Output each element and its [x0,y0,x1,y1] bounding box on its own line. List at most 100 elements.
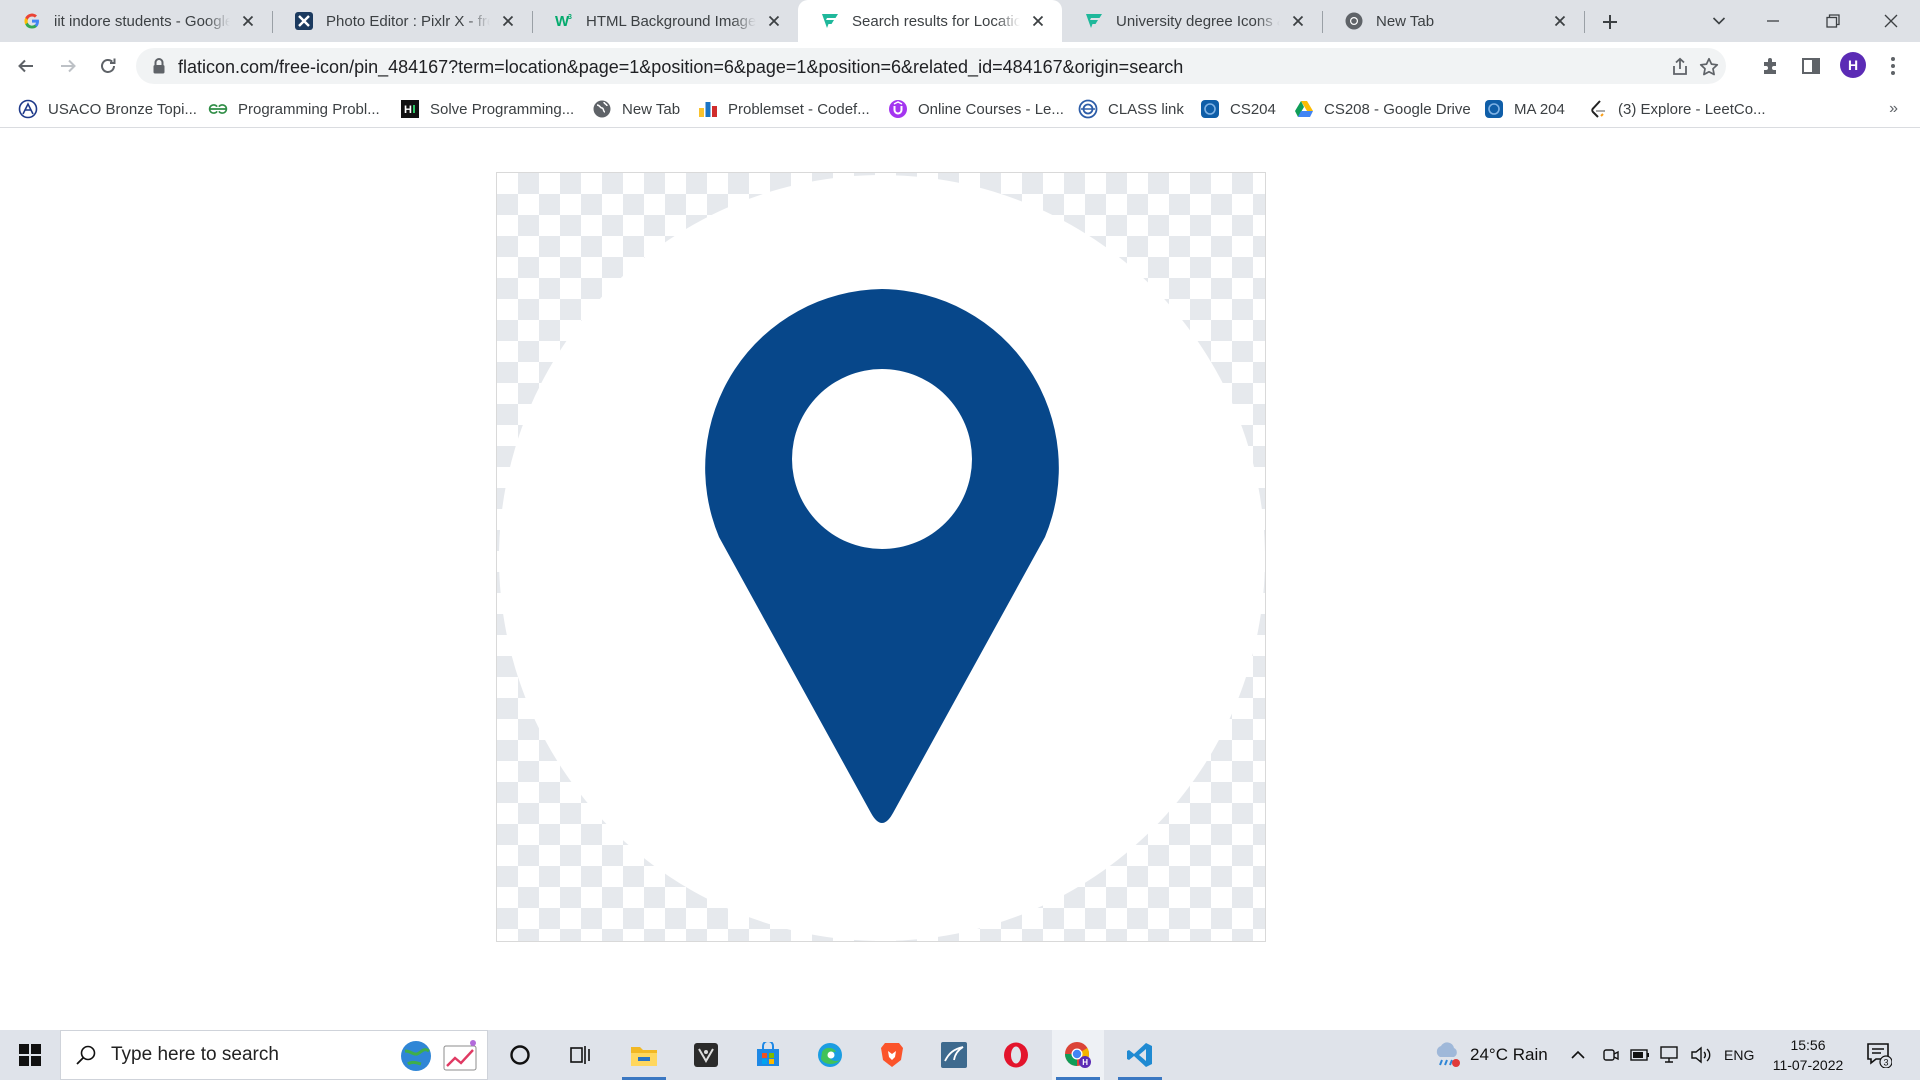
side-panel-button[interactable] [1800,55,1822,77]
more-vertical-icon [1891,57,1895,75]
tab-new-tab[interactable]: New Tab [1322,0,1584,42]
moodle-icon [1200,99,1220,119]
close-icon [1884,14,1898,28]
bookmarks-overflow-button[interactable]: » [1889,100,1898,118]
bookmark-hackerrank[interactable]: H Solve Programming... [400,95,574,123]
tab-search-button[interactable] [1690,0,1748,42]
taskbar-brave[interactable] [866,1030,918,1080]
arrow-left-icon [18,59,33,73]
flaticon-icon [1084,11,1104,31]
svg-text:3: 3 [568,14,572,21]
restore-icon [1826,14,1840,28]
taskbar-mysql-workbench[interactable] [928,1030,980,1080]
bookmark-codeforces[interactable]: Problemset - Codef... [698,95,870,123]
tab-separator [1584,11,1585,33]
taskbar-vscode[interactable] [1114,1030,1166,1080]
flaticon-icon [820,11,840,31]
svg-text:H: H [1082,1058,1088,1067]
bookmark-class-link[interactable]: CLASS link [1078,95,1184,123]
udemy-icon [888,99,908,119]
bookmark-new-tab[interactable]: New Tab [592,95,680,123]
taskbar-chrome[interactable]: H [1052,1030,1104,1080]
arrow-right-icon [61,59,76,73]
extensions-button[interactable] [1760,55,1782,77]
tab-title: HTML Background Images [586,12,756,30]
bookmark-label: MA 204 [1514,100,1565,118]
tray-overflow-button[interactable] [1570,1030,1586,1080]
tray-battery[interactable] [1630,1030,1650,1080]
profile-avatar[interactable]: H [1840,52,1866,78]
page-content [0,129,1920,1030]
bookmark-cs204[interactable]: CS204 [1200,95,1276,123]
icon-preview-image [496,172,1266,942]
side-panel-icon [1802,58,1820,74]
tab-google-search[interactable]: iit indore students - Google [0,0,272,42]
taskbar-search[interactable]: Type here to search [60,1030,488,1080]
weather-widget[interactable]: 24°C Rain [1432,1030,1548,1080]
taskbar-cortana[interactable] [494,1030,546,1080]
close-icon[interactable] [238,11,258,31]
clock-time: 15:56 [1790,1037,1826,1053]
bookmark-udemy[interactable]: Online Courses - Le... [888,95,1064,123]
tray-volume[interactable] [1690,1030,1712,1080]
close-icon[interactable] [1550,11,1570,31]
taskbar-task-view[interactable] [554,1030,606,1080]
restore-button[interactable] [1804,0,1862,42]
taskbar-file-explorer[interactable] [618,1030,670,1080]
mysql-workbench-icon [941,1042,967,1068]
tab-title: New Tab [1376,12,1542,30]
new-tab-button[interactable] [1596,8,1624,36]
tab-pixlr[interactable]: Photo Editor : Pixlr X - free i [272,0,532,42]
address-bar[interactable]: flaticon.com/free-icon/pin_484167?term=l… [136,48,1726,84]
forward-button[interactable] [52,50,84,82]
url-text[interactable]: flaticon.com/free-icon/pin_484167?term=l… [178,57,1183,78]
tab-title: University degree Icons & S [1116,12,1280,30]
tray-clock[interactable]: 15:56 11-07-2022 [1768,1035,1848,1075]
menu-button[interactable] [1882,55,1904,77]
edge-icon [818,1043,842,1067]
action-center-button[interactable]: 3 [1866,1030,1892,1080]
search-highlight-globe-icon [401,1041,431,1071]
w3schools-icon: W3 [554,11,574,31]
taskbar-app[interactable] [680,1030,732,1080]
bookmark-label: CS208 - Google Drive [1324,100,1471,118]
tray-meet-now[interactable] [1602,1030,1620,1080]
vscode-icon [1127,1043,1152,1067]
reload-button[interactable] [92,50,124,82]
codeforces-icon [698,99,718,119]
share-icon[interactable] [1670,57,1690,77]
star-icon[interactable] [1699,57,1719,77]
windows-logo-icon [19,1044,41,1066]
tab-flaticon-location[interactable]: Search results for Location [798,0,1062,42]
bookmark-ma204[interactable]: MA 204 [1484,95,1565,123]
close-window-button[interactable] [1862,0,1920,42]
bookmark-label: Online Courses - Le... [918,100,1064,118]
chrome-icon: H [1065,1042,1091,1068]
bookmark-label: CS204 [1230,100,1276,118]
close-icon[interactable] [1028,11,1048,31]
close-icon[interactable] [764,11,784,31]
bookmark-label: Problemset - Codef... [728,100,870,118]
start-button[interactable] [4,1030,56,1080]
bookmark-usaco[interactable]: USACO Bronze Topi... [18,95,197,123]
plus-icon [1603,15,1617,29]
tray-network[interactable] [1660,1030,1682,1080]
bookmark-geeksforgeeks[interactable]: Programming Probl... [208,95,380,123]
taskbar-opera[interactable] [990,1030,1042,1080]
google-g-icon [22,11,42,31]
classlink-icon [1078,99,1098,119]
back-button[interactable] [10,50,42,82]
bookmark-leetcode[interactable]: (3) Explore - LeetCo... [1588,95,1766,123]
tab-flaticon-university[interactable]: University degree Icons & S [1062,0,1322,42]
lock-icon[interactable] [150,57,168,75]
minimize-button[interactable] [1744,0,1802,42]
tray-language[interactable]: ENG [1724,1030,1754,1080]
taskbar-edge[interactable] [804,1030,856,1080]
bookmark-cs208-drive[interactable]: CS208 - Google Drive [1294,95,1471,123]
close-icon[interactable] [1288,11,1308,31]
taskbar-microsoft-store[interactable] [742,1030,794,1080]
chevron-up-icon [1571,1050,1585,1059]
close-icon[interactable] [498,11,518,31]
tab-w3schools[interactable]: W3 HTML Background Images [532,0,798,42]
tab-title: iit indore students - Google [54,12,230,30]
